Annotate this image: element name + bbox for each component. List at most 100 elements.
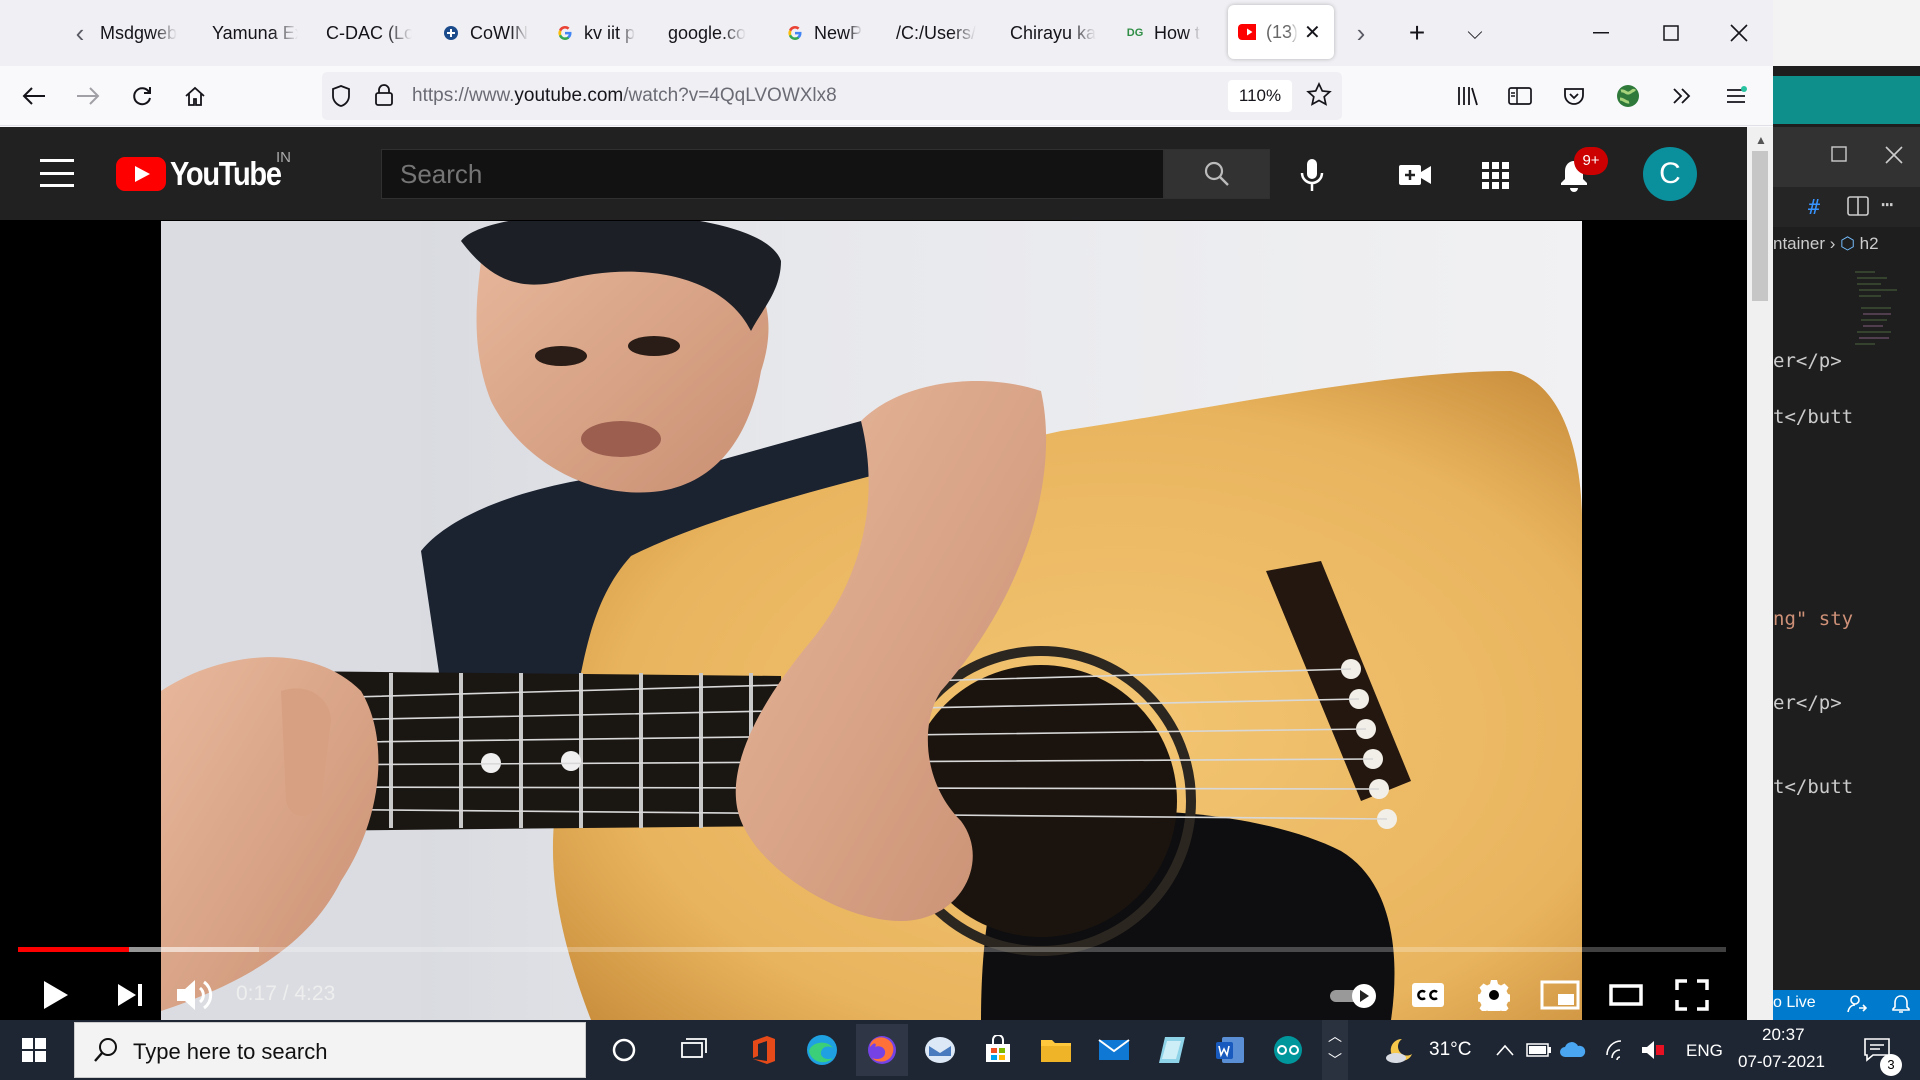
overflow-chevrons-icon[interactable] bbox=[1664, 78, 1700, 114]
home-icon[interactable] bbox=[177, 78, 213, 114]
skip-next-icon bbox=[118, 984, 142, 1006]
volume-speaker-icon[interactable] bbox=[1638, 1028, 1668, 1072]
settings-button[interactable] bbox=[1476, 970, 1512, 1020]
office-icon[interactable] bbox=[742, 1028, 786, 1072]
onedrive-icon[interactable] bbox=[1558, 1028, 1588, 1072]
tab-how-to[interactable]: DG How t bbox=[1126, 14, 1212, 52]
extension-globe-icon[interactable] bbox=[1610, 78, 1646, 114]
scroll-up-arrow-icon[interactable]: ▲ bbox=[1755, 133, 1767, 147]
tracking-shield-icon[interactable] bbox=[330, 84, 352, 113]
code-line: t</butt bbox=[1773, 406, 1854, 428]
edge-icon[interactable] bbox=[800, 1028, 844, 1072]
maximize-icon[interactable] bbox=[1636, 0, 1706, 66]
show-hidden-icons-chevron-icon[interactable] bbox=[1490, 1028, 1520, 1072]
account-avatar[interactable]: C bbox=[1643, 147, 1697, 201]
fullscreen-button[interactable] bbox=[1673, 970, 1711, 1020]
play-button[interactable] bbox=[36, 970, 76, 1020]
tab-msdgweb[interactable]: Msdgweb bbox=[100, 14, 185, 52]
start-windows-icon[interactable] bbox=[12, 1028, 56, 1072]
played-bar bbox=[18, 947, 129, 952]
tab-kv-iit[interactable]: kv iit p bbox=[556, 14, 642, 52]
mail-client-icon[interactable] bbox=[918, 1028, 962, 1072]
zoom-level-button[interactable]: 110% bbox=[1228, 80, 1292, 112]
cortana-icon[interactable] bbox=[602, 1028, 646, 1072]
mail-icon[interactable] bbox=[1092, 1028, 1136, 1072]
miniplayer-button[interactable] bbox=[1539, 970, 1581, 1020]
chevron-down-icon[interactable]: ﹀ bbox=[1322, 1050, 1348, 1070]
sticky-app-icon[interactable] bbox=[1150, 1028, 1194, 1072]
sidebar-icon[interactable] bbox=[1502, 78, 1538, 114]
bookmark-star-icon[interactable] bbox=[1306, 82, 1332, 113]
weather-temperature[interactable]: 31°C bbox=[1429, 1039, 1471, 1061]
forward-arrow-icon[interactable] bbox=[70, 78, 106, 114]
youtube-logo[interactable]: YouTube IN bbox=[116, 149, 296, 193]
mute-button[interactable] bbox=[172, 970, 216, 1020]
subtitles-button[interactable] bbox=[1410, 970, 1446, 1020]
lock-icon[interactable] bbox=[374, 83, 394, 112]
library-icon[interactable] bbox=[1450, 78, 1486, 114]
clock-time[interactable]: 20:37 bbox=[1762, 1025, 1805, 1045]
chevron-up-icon[interactable]: ︿ bbox=[1322, 1026, 1348, 1046]
tab-cowin[interactable]: CoWIN bbox=[442, 14, 528, 52]
tab-scroll-left-icon[interactable]: ‹ bbox=[66, 18, 94, 48]
dg-icon: DG bbox=[1126, 27, 1144, 39]
tab-local-file[interactable]: /C:/Users/ bbox=[896, 14, 982, 52]
scrollbar-thumb[interactable] bbox=[1752, 151, 1768, 301]
word-icon[interactable] bbox=[1208, 1028, 1252, 1072]
notification-bell-icon[interactable] bbox=[1891, 994, 1911, 1018]
task-view-icon[interactable] bbox=[672, 1028, 716, 1072]
file-explorer-icon[interactable] bbox=[1034, 1028, 1078, 1072]
apps-grid-icon[interactable] bbox=[1473, 153, 1517, 197]
battery-icon[interactable] bbox=[1524, 1028, 1554, 1072]
guide-menu-icon[interactable] bbox=[40, 159, 74, 187]
go-live-status[interactable]: o Live bbox=[1773, 994, 1816, 1012]
url-bar[interactable]: https://www.youtube.com/watch?v=4QqLVOWX… bbox=[322, 72, 1342, 120]
list-tabs-chevron-icon[interactable]: ⌵ bbox=[1456, 14, 1494, 52]
tab-youtube-active[interactable]: (13) ✕ bbox=[1228, 5, 1334, 59]
country-code: IN bbox=[276, 149, 291, 166]
search-button[interactable] bbox=[1164, 149, 1270, 199]
maximize-icon[interactable] bbox=[1831, 146, 1847, 166]
video-frame[interactable] bbox=[161, 221, 1582, 1020]
minimap[interactable] bbox=[1853, 268, 1899, 388]
create-video-icon[interactable] bbox=[1393, 153, 1437, 197]
taskbar-scroll[interactable]: ︿ ﹀ bbox=[1322, 1020, 1348, 1080]
autoplay-toggle[interactable] bbox=[1328, 970, 1378, 1020]
input-language[interactable]: ENG bbox=[1686, 1041, 1723, 1061]
voice-search-mic-icon[interactable] bbox=[1290, 153, 1334, 197]
wifi-icon[interactable] bbox=[1603, 1028, 1633, 1072]
split-editor-icon[interactable] bbox=[1847, 196, 1869, 220]
more-actions-icon[interactable]: ⋯ bbox=[1881, 192, 1893, 216]
arduino-icon[interactable] bbox=[1266, 1028, 1310, 1072]
close-tab-icon[interactable]: ✕ bbox=[1304, 20, 1321, 45]
next-button[interactable] bbox=[110, 970, 150, 1020]
code-line: er</p> bbox=[1773, 692, 1842, 714]
tab-newp[interactable]: NewP bbox=[786, 14, 872, 52]
minimize-icon[interactable] bbox=[1566, 0, 1636, 66]
tab-cdac[interactable]: C-DAC (Lo bbox=[326, 14, 412, 52]
tab-scroll-right-icon[interactable]: › bbox=[1347, 18, 1375, 48]
page-scrollbar[interactable]: ▲ bbox=[1747, 127, 1773, 1020]
store-icon[interactable] bbox=[976, 1028, 1020, 1072]
new-tab-plus-icon[interactable]: + bbox=[1398, 14, 1436, 52]
weather-moon-icon[interactable] bbox=[1378, 1028, 1422, 1072]
tab-yamuna[interactable]: Yamuna Ex bbox=[212, 14, 298, 52]
live-share-icon[interactable] bbox=[1847, 994, 1868, 1018]
reload-icon[interactable] bbox=[124, 78, 160, 114]
back-arrow-icon[interactable] bbox=[16, 78, 52, 114]
hash-icon[interactable]: # bbox=[1808, 195, 1820, 219]
youtube-search-input[interactable] bbox=[381, 149, 1164, 199]
close-icon[interactable] bbox=[1885, 146, 1903, 168]
tab-chirayu[interactable]: Chirayu ka bbox=[1010, 14, 1096, 52]
app-menu-icon[interactable] bbox=[1718, 78, 1754, 114]
video-progress-bar[interactable] bbox=[18, 947, 1726, 952]
close-window-icon[interactable] bbox=[1704, 0, 1773, 66]
theater-mode-button[interactable] bbox=[1607, 970, 1645, 1020]
tab-google[interactable]: google.co bbox=[668, 14, 754, 52]
clock-date[interactable]: 07-07-2021 bbox=[1738, 1052, 1825, 1072]
youtube-page: YouTube IN 9+ C bbox=[0, 127, 1747, 1020]
pocket-icon[interactable] bbox=[1556, 78, 1592, 114]
firefox-taskbar-icon[interactable] bbox=[856, 1024, 908, 1076]
taskbar-search-box[interactable]: Type here to search bbox=[74, 1022, 586, 1078]
theater-mode-icon bbox=[1609, 984, 1643, 1006]
